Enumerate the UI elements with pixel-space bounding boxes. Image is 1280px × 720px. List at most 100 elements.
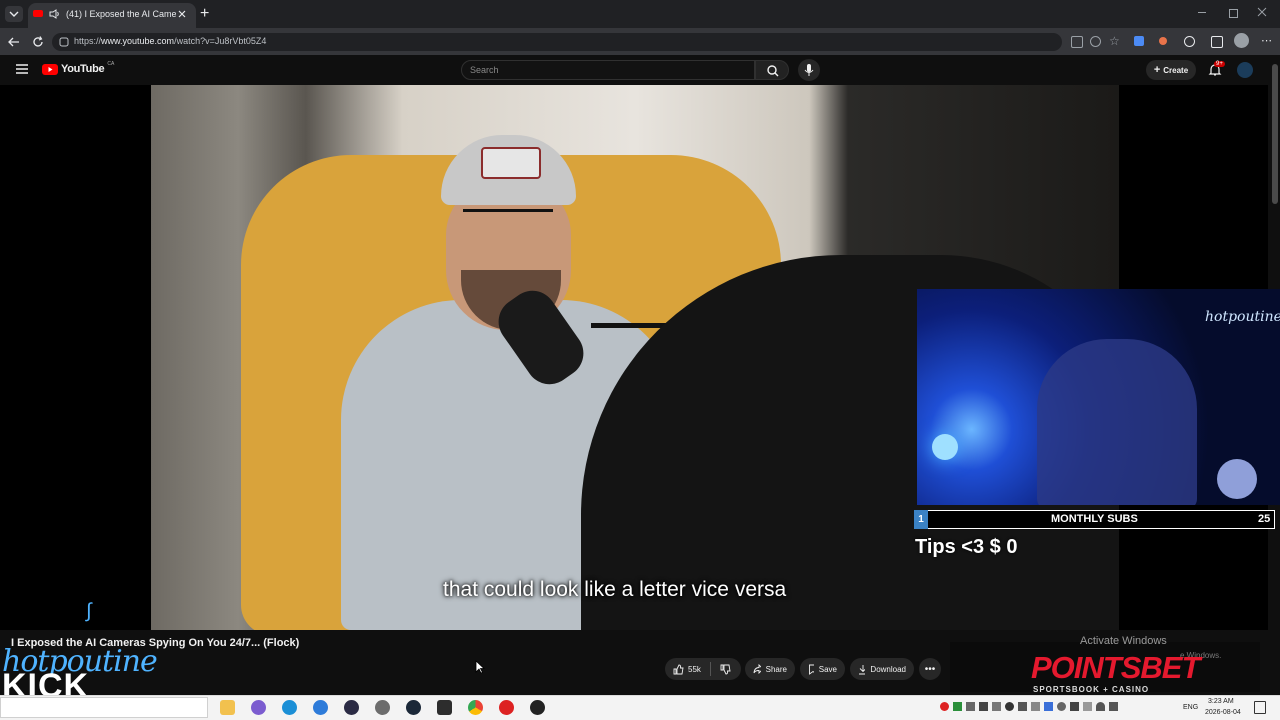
share-button[interactable]: Share bbox=[745, 658, 795, 680]
extensions-puzzle-icon[interactable] bbox=[1211, 36, 1223, 48]
url-path: /watch?v=Ju8rVbt05Z4 bbox=[174, 36, 267, 46]
extension-icon-1[interactable] bbox=[1134, 36, 1144, 46]
cursor-arrow-icon bbox=[475, 660, 485, 674]
extension-icon-2[interactable] bbox=[1159, 37, 1167, 45]
back-icon[interactable] bbox=[7, 35, 21, 49]
app-icon-2[interactable] bbox=[313, 700, 328, 715]
wifi-icon[interactable] bbox=[1096, 702, 1105, 711]
url-text[interactable]: https://www.youtube.com/watch?v=Ju8rVbt0… bbox=[74, 36, 266, 46]
cam-brand-watermark: hotpoutine bbox=[1205, 309, 1280, 325]
more-actions-button[interactable]: ••• bbox=[919, 658, 941, 680]
app-icon-6[interactable] bbox=[530, 700, 545, 715]
streamer-silhouette bbox=[1037, 339, 1197, 505]
volume-icon[interactable] bbox=[1109, 702, 1118, 711]
steam-app-icon[interactable] bbox=[406, 700, 421, 715]
maximize-icon[interactable] bbox=[1229, 9, 1238, 18]
glasses bbox=[463, 209, 553, 234]
sub-goal-number: 1 bbox=[914, 510, 928, 529]
hamburger-menu-icon[interactable] bbox=[16, 64, 28, 74]
youtube-favicon-icon bbox=[33, 10, 43, 17]
tray-icon-7[interactable] bbox=[1031, 702, 1040, 711]
tray-icon-8[interactable] bbox=[1044, 702, 1053, 711]
save-icon bbox=[809, 664, 814, 675]
speaker-icon[interactable] bbox=[48, 8, 60, 20]
tray-icon-4[interactable] bbox=[992, 702, 1001, 711]
tab-title: (41) I Exposed the AI Cameras bbox=[66, 9, 176, 19]
minimize-icon[interactable] bbox=[1198, 12, 1206, 13]
app-icon-5[interactable] bbox=[499, 700, 514, 715]
steam-icon: ∫ bbox=[86, 600, 92, 622]
profile-avatar[interactable] bbox=[1234, 33, 1249, 48]
app-icon-4[interactable] bbox=[437, 700, 452, 715]
activate-windows-title: Activate Windows bbox=[1080, 635, 1167, 647]
edge-browser-icon[interactable] bbox=[282, 700, 297, 715]
bookmark-star-icon[interactable]: ☆ bbox=[1109, 34, 1120, 48]
url-scheme: https:// bbox=[74, 36, 102, 46]
pointsbet-logo: POINTSBET bbox=[1031, 650, 1200, 685]
search-input[interactable] bbox=[461, 60, 755, 80]
webcam-overlay: hotpoutine bbox=[917, 289, 1280, 505]
save-label: Save bbox=[818, 664, 837, 674]
reload-icon[interactable] bbox=[31, 35, 45, 49]
download-button[interactable]: Download bbox=[850, 658, 914, 680]
close-window-icon[interactable] bbox=[1257, 7, 1267, 17]
settings-gear-icon[interactable] bbox=[375, 700, 390, 715]
browser-menu-icon[interactable]: ⋯ bbox=[1261, 34, 1272, 47]
download-icon bbox=[859, 664, 866, 674]
tray-icon-6[interactable] bbox=[1018, 702, 1027, 711]
blue-light-orb bbox=[932, 434, 958, 460]
extension-icon-3[interactable] bbox=[1184, 36, 1195, 47]
more-horizontal-icon: ••• bbox=[924, 663, 936, 675]
search-button[interactable] bbox=[755, 60, 789, 80]
search-icon bbox=[767, 65, 779, 77]
close-tab-icon[interactable] bbox=[176, 8, 188, 20]
scrollbar-thumb[interactable] bbox=[1272, 64, 1278, 204]
system-tray-icons[interactable] bbox=[940, 702, 1118, 711]
tray-icon-10[interactable] bbox=[1070, 702, 1079, 711]
tray-icon-3[interactable] bbox=[979, 702, 988, 711]
file-explorer-icon[interactable] bbox=[220, 700, 235, 715]
cap-flag-patch bbox=[481, 147, 541, 179]
chevron-down-icon bbox=[9, 11, 19, 17]
clock-date[interactable]: 2026-08-04 bbox=[1205, 709, 1241, 716]
app-icon-1[interactable] bbox=[251, 700, 266, 715]
tray-record-icon[interactable] bbox=[940, 702, 949, 711]
tab-search-button[interactable] bbox=[5, 6, 23, 22]
youtube-logo[interactable]: YouTube CA bbox=[42, 61, 115, 75]
app-install-icon[interactable] bbox=[1071, 36, 1083, 48]
thumbs-up-icon bbox=[673, 664, 684, 674]
tray-icon-1[interactable] bbox=[953, 702, 962, 711]
chrome-browser-icon[interactable] bbox=[468, 700, 483, 715]
input-language[interactable]: ENG bbox=[1183, 704, 1198, 711]
taskbar-search-box[interactable] bbox=[0, 697, 208, 718]
region-code: CA bbox=[107, 61, 115, 67]
app-icon-3[interactable] bbox=[344, 700, 359, 715]
like-button[interactable]: 55k bbox=[673, 664, 701, 675]
notification-center-icon[interactable] bbox=[1254, 701, 1266, 714]
new-tab-button[interactable]: + bbox=[200, 5, 209, 23]
create-label: Create bbox=[1163, 65, 1189, 75]
tray-icon-11[interactable] bbox=[1083, 702, 1092, 711]
url-host: www.youtube.com bbox=[101, 36, 175, 46]
like-divider bbox=[709, 662, 711, 676]
site-info-icon[interactable] bbox=[59, 37, 69, 47]
search-placeholder: Search bbox=[470, 65, 499, 75]
tray-icon-9[interactable] bbox=[1057, 702, 1066, 711]
sub-goal-count: 25 bbox=[1258, 513, 1271, 525]
download-label: Download bbox=[870, 664, 906, 674]
tray-icon-2[interactable] bbox=[966, 702, 975, 711]
sub-goal-label: MONTHLY SUBS bbox=[1051, 513, 1138, 525]
youtube-logo-icon bbox=[42, 63, 58, 75]
create-button[interactable]: + Create bbox=[1146, 60, 1196, 80]
zoom-icon[interactable] bbox=[1090, 36, 1101, 47]
share-icon bbox=[753, 664, 761, 674]
like-dislike-group: 55k bbox=[665, 658, 741, 680]
dislike-button[interactable] bbox=[720, 664, 731, 675]
voice-search-button[interactable] bbox=[798, 59, 820, 81]
pointsbet-tagline: SPORTSBOOK + CASINO bbox=[1033, 685, 1150, 694]
save-button[interactable]: Save bbox=[800, 658, 845, 680]
tray-icon-5[interactable] bbox=[1005, 702, 1014, 711]
account-avatar[interactable] bbox=[1237, 62, 1253, 78]
thumbs-down-icon bbox=[720, 664, 731, 674]
clock-time[interactable]: 3:23 AM bbox=[1208, 698, 1234, 705]
